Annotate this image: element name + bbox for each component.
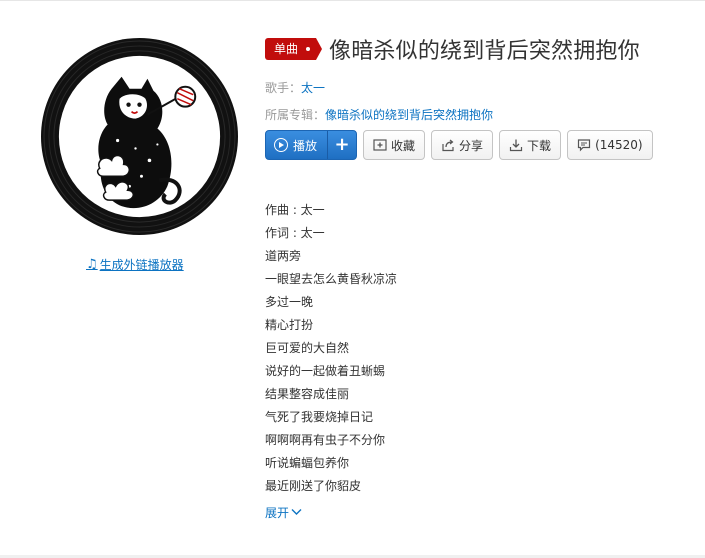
share-label: 分享: [459, 138, 484, 153]
lyric-line: 作词 : 太一: [265, 226, 325, 240]
lyric-line: 精心打扮: [265, 318, 314, 332]
album-cover: [40, 37, 239, 236]
download-label: 下载: [527, 138, 552, 153]
top-border: [0, 0, 705, 1]
external-player-label: 生成外链播放器: [99, 257, 184, 272]
download-icon: [509, 139, 523, 152]
play-label: 播放: [293, 138, 318, 153]
single-tag-label: 单曲: [274, 42, 299, 56]
comment-button[interactable]: (14520): [567, 130, 653, 160]
play-circle-icon: [274, 138, 288, 152]
lyric-line: 道两旁: [265, 249, 302, 263]
lyric-line: 作曲 : 太一: [265, 203, 325, 217]
song-header: 单曲 像暗杀似的绕到背后突然拥抱你: [265, 34, 640, 64]
single-tag: 单曲: [265, 38, 323, 60]
add-to-playlist-button[interactable]: +: [327, 131, 356, 159]
expand-label: 展开: [265, 505, 290, 520]
vinyl-record-art: [40, 37, 239, 236]
chevron-down-icon: [291, 509, 302, 515]
comment-icon: [577, 139, 591, 152]
tag-dot: [306, 47, 311, 51]
action-buttons: 播放 + 收藏 分享 下载 (14520): [265, 130, 653, 160]
lyric-line: 说好的一起做着丑蜥蜴: [265, 364, 386, 378]
download-button[interactable]: 下载: [499, 130, 562, 160]
play-button[interactable]: 播放: [266, 131, 327, 159]
lyric-line: 听说蝙蝠包养你: [265, 456, 350, 470]
lyric-line: 啊啊啊再有虫子不分你: [265, 433, 386, 447]
album-label: 所属专辑：: [265, 108, 326, 122]
expand-lyrics-link[interactable]: 展开: [265, 503, 302, 521]
lyric-line: 多过一晚: [265, 295, 314, 309]
lyric-line: 一眼望去怎么黄昏秋凉凉: [265, 272, 398, 286]
collect-button[interactable]: 收藏: [363, 130, 426, 160]
comment-count: (14520): [595, 138, 643, 152]
song-title: 像暗杀似的绕到背后突然拥抱你: [329, 39, 640, 64]
lyric-line: 结果整容成佳丽: [265, 387, 350, 401]
play-button-group: 播放 +: [265, 130, 358, 160]
singer-row: 歌手：太一: [265, 79, 325, 96]
album-link[interactable]: 像暗杀似的绕到背后突然拥抱你: [325, 108, 493, 122]
generate-external-player-link[interactable]: ♫ 生成外链播放器: [86, 256, 184, 272]
album-row: 所属专辑：像暗杀似的绕到背后突然拥抱你: [265, 106, 493, 123]
share-button[interactable]: 分享: [431, 130, 494, 160]
collect-label: 收藏: [391, 138, 416, 153]
music-note-icon: ♫: [86, 256, 98, 272]
lyric-line: 最近刚送了你貂皮: [265, 479, 362, 493]
share-icon: [442, 139, 454, 152]
lyrics-block: 作曲 : 太一 作词 : 太一 道两旁 一眼望去怎么黄昏秋凉凉 多过一晚 精心打…: [265, 199, 397, 498]
lyric-line: 气死了我要烧掉日记: [265, 410, 374, 424]
singer-link[interactable]: 太一: [301, 81, 325, 95]
singer-label: 歌手：: [265, 81, 302, 95]
lyric-line: 巨可爱的大自然: [265, 341, 350, 355]
add-folder-icon: [373, 139, 387, 151]
